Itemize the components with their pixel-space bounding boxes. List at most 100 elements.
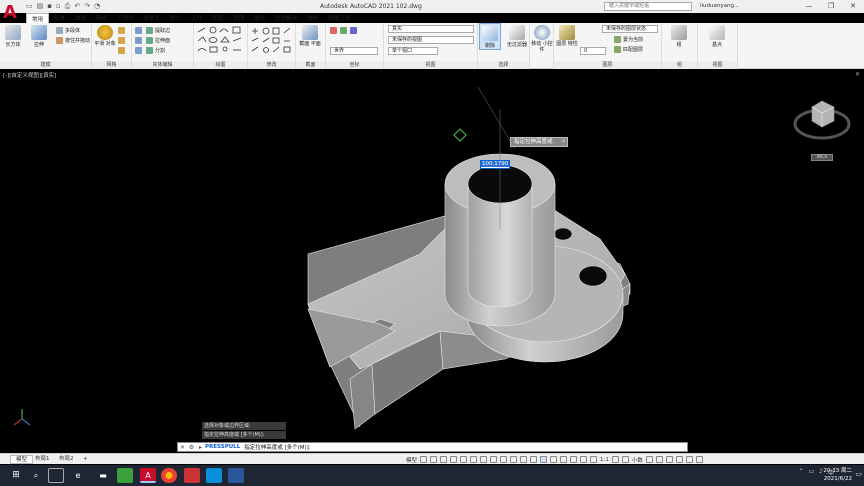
share-icon[interactable]: ◔ <box>94 2 100 11</box>
intersect-icon[interactable] <box>135 47 142 54</box>
smooth-object-button[interactable]: 平滑 对象 <box>94 23 116 47</box>
autocad-taskbar-icon[interactable]: A <box>140 468 156 483</box>
user-account[interactable]: liuduanyang... <box>700 3 739 9</box>
search-icon[interactable]: ⌕ <box>28 468 44 483</box>
annotation-visibility-icon[interactable] <box>580 456 588 463</box>
ucs-view-icon[interactable] <box>350 27 357 34</box>
task-view-icon[interactable] <box>48 468 64 483</box>
save-as-icon[interactable]: ▫ <box>56 2 61 11</box>
new-file-icon[interactable]: ▭ <box>26 2 33 11</box>
viewport-config-dropdown[interactable]: 单个视口 <box>388 47 438 55</box>
save-icon[interactable]: ▪ <box>47 2 52 11</box>
match-layer-button[interactable]: 匹配图层 <box>614 45 643 54</box>
print-icon[interactable]: ⎙ <box>65 2 71 11</box>
workspace-switch-icon[interactable] <box>611 456 619 463</box>
ribbon-tab[interactable]: 协作 <box>302 13 323 23</box>
lineweight-icon[interactable] <box>510 456 518 463</box>
selection-filter-icon[interactable] <box>560 456 568 463</box>
grid-icon[interactable] <box>420 456 428 463</box>
command-close-icon[interactable]: ✕ <box>178 444 187 451</box>
ribbon-tab[interactable]: 参数化 <box>139 13 166 23</box>
annotation-scale[interactable]: 1:1 <box>600 457 609 463</box>
command-line[interactable]: ✕ ⚙ ▸ PRESSPULL 指定拉伸高度或 [多个(M)]: <box>177 442 688 452</box>
quick-properties-icon[interactable] <box>645 456 653 463</box>
panel-title-draw[interactable]: 绘图 <box>194 61 247 69</box>
panel-title-view[interactable]: 视图 <box>384 61 477 69</box>
panel-title-section[interactable]: 截面 <box>296 61 325 69</box>
ortho-icon[interactable] <box>460 456 468 463</box>
new-layout-tab[interactable]: + <box>78 455 93 464</box>
ribbon-tab[interactable]: 网格 <box>91 13 112 23</box>
transparency-icon[interactable] <box>520 456 528 463</box>
app-icon[interactable] <box>184 468 200 483</box>
panel-title-views[interactable]: 视图 <box>698 61 737 69</box>
clean-screen-icon[interactable] <box>685 456 693 463</box>
mesh-refine-icon[interactable] <box>118 27 125 34</box>
presspull-button[interactable]: 按住并拖动 <box>56 36 90 45</box>
3d-osnap-icon[interactable] <box>540 456 548 463</box>
isolate-objects-icon[interactable] <box>665 456 673 463</box>
mesh-crease-icon[interactable] <box>118 37 125 44</box>
isodraft-icon[interactable] <box>480 456 488 463</box>
extrude-faces-button[interactable]: 拉伸面 <box>146 36 170 45</box>
maximize-button[interactable]: ❐ <box>820 0 842 12</box>
dynamic-input-icon[interactable] <box>450 456 458 463</box>
panel-title-modeling[interactable]: 建模 <box>0 61 91 69</box>
polar-icon[interactable] <box>470 456 478 463</box>
base-point-button[interactable]: 基点 <box>706 23 728 48</box>
dynamic-ucs-icon[interactable] <box>550 456 558 463</box>
units-display[interactable]: 小数 <box>632 456 643 464</box>
panel-title-mesh[interactable]: 网格 <box>92 61 131 69</box>
group-button[interactable]: 组 <box>668 23 690 48</box>
graphics-performance-icon[interactable] <box>675 456 683 463</box>
open-folder-icon[interactable]: ▤ <box>37 2 44 11</box>
ribbon-tab[interactable]: 附加模块 <box>270 13 302 23</box>
wcs-badge[interactable]: WCS <box>811 154 833 161</box>
undo-icon[interactable]: ↶ <box>74 2 80 11</box>
ribbon-tab[interactable]: 输出 <box>249 13 270 23</box>
panel-title-modify[interactable]: 修改 <box>248 61 295 69</box>
dynamic-input-field[interactable]: 100.1790 <box>480 160 510 169</box>
union-icon[interactable] <box>135 27 142 34</box>
move-gizmo-button[interactable]: 移动 小控件 <box>531 23 553 53</box>
ribbon-tab[interactable]: 精选应用 <box>323 13 355 23</box>
redo-icon[interactable]: ↷ <box>84 2 90 11</box>
annotation-monitor-icon[interactable] <box>621 456 629 463</box>
ucs-icon[interactable] <box>330 27 337 34</box>
selection-cycling-icon[interactable] <box>530 456 538 463</box>
app2-icon[interactable] <box>206 468 222 483</box>
ribbon-tab[interactable]: 实体 <box>49 13 70 23</box>
ribbon-tab[interactable]: 常用 <box>26 13 50 23</box>
layer-properties-button[interactable]: 图层 特性 <box>556 23 578 47</box>
ribbon-tab[interactable]: 曲面 <box>70 13 91 23</box>
ribbon-tab[interactable]: 管理 <box>228 13 249 23</box>
section-plane-button[interactable]: 截面 平面 <box>299 23 321 47</box>
ribbon-tab[interactable]: 视图 <box>207 13 228 23</box>
polysolid-button[interactable]: 多段体 <box>56 26 80 35</box>
gizmo-icon[interactable] <box>570 456 578 463</box>
app3-icon[interactable] <box>228 468 244 483</box>
panel-title-coordinates[interactable]: 坐标 <box>326 61 383 69</box>
extrude-button[interactable]: 拉伸 <box>28 23 50 48</box>
chrome-icon[interactable] <box>161 468 177 483</box>
extract-edges-button[interactable]: 提取边 <box>146 26 170 35</box>
selection-filter-button[interactable]: 无过滤器 <box>504 23 530 48</box>
edge-icon[interactable]: e <box>70 468 86 483</box>
modify-tools-icons[interactable] <box>249 25 295 61</box>
ucs-dropdown[interactable]: 世界 <box>330 47 378 55</box>
lock-ui-icon[interactable] <box>655 456 663 463</box>
panel-title-selection[interactable]: 选择 <box>478 61 529 69</box>
autocad-logo-button[interactable]: A <box>3 2 21 24</box>
close-button[interactable]: ✕ <box>842 0 864 12</box>
culling-button[interactable]: 剔除 <box>479 23 501 50</box>
solid-model[interactable] <box>0 69 864 453</box>
layout-tab-1[interactable]: 布局1 <box>30 455 55 464</box>
panel-title-groups[interactable]: 组 <box>662 61 697 69</box>
set-current-button[interactable]: 置为当前 <box>614 35 643 44</box>
network-icon[interactable]: ▭ <box>808 468 814 477</box>
notification-icon[interactable]: ▭ <box>855 470 862 478</box>
subtract-icon[interactable] <box>135 37 142 44</box>
file-explorer-icon[interactable]: ▬ <box>95 468 111 483</box>
object-snap-tracking-icon[interactable] <box>490 456 498 463</box>
visual-style-dropdown[interactable]: 真实 <box>388 25 474 33</box>
